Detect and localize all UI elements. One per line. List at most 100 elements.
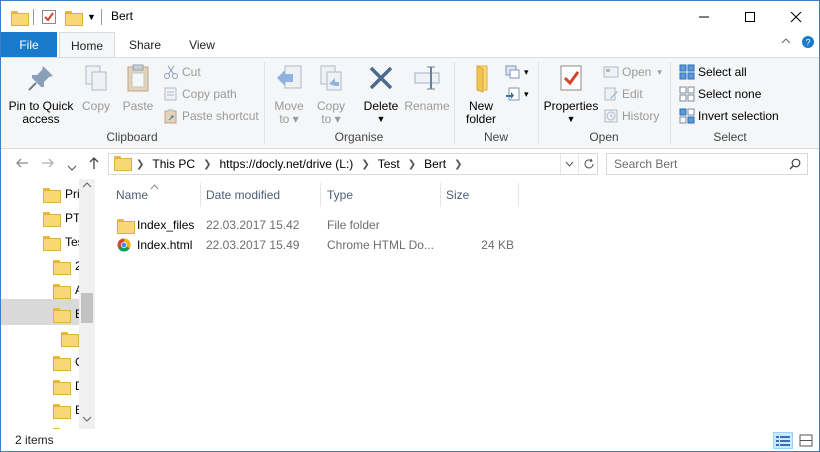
refresh-icon[interactable] [578, 154, 598, 174]
tree-item[interactable]: Tes [43, 231, 84, 253]
invert-selection-button[interactable]: Invert selection [679, 106, 779, 126]
column-divider[interactable] [320, 183, 321, 207]
column-header-date-modified[interactable]: Date modified [206, 183, 280, 207]
ribbon-tabs: File Home Share View ? [1, 32, 819, 58]
select-group-label: Select [713, 130, 747, 144]
properties-button[interactable]: Properties ▼ [543, 62, 599, 126]
folder-icon [61, 331, 79, 347]
open-label: Open [622, 65, 652, 79]
delete-dropdown-arrow: ▼ [376, 114, 386, 124]
folder-icon [53, 307, 71, 323]
copy-button[interactable]: Copy [77, 62, 115, 113]
search-input[interactable]: Search Bert [606, 153, 808, 175]
history-button[interactable]: History [603, 106, 659, 126]
up-arrow-icon[interactable] [87, 156, 101, 173]
address-bar[interactable]: ❯ This PC ❯ https://docly.net/drive (L:)… [108, 153, 598, 175]
copy-to-icon [315, 62, 347, 94]
navigation-scrollbar[interactable] [79, 179, 95, 429]
tree-item[interactable]: PT/ [43, 207, 84, 229]
tree-item[interactable]: Pri [43, 183, 80, 205]
open-button[interactable]: Open ▾ [603, 62, 662, 82]
breadcrumb-separator-icon[interactable]: ❯ [136, 159, 144, 170]
column-divider[interactable] [518, 183, 519, 207]
scrollbar-thumb[interactable] [81, 293, 93, 323]
properties-qa-icon[interactable] [41, 7, 57, 27]
breadcrumb-bert[interactable]: Bert [424, 157, 446, 171]
move-to-label-line2: to ▾ [279, 112, 299, 126]
svg-text:?: ? [805, 38, 810, 48]
rename-button[interactable]: Rename [403, 62, 451, 113]
edit-button[interactable]: Edit [603, 84, 643, 104]
forward-arrow-icon[interactable] [41, 156, 55, 173]
explorer-window: ▼ Bert File Home Share View ? Pin to Qui… [0, 0, 820, 452]
close-button[interactable] [773, 1, 819, 32]
new-item-dropdown-arrow: ▾ [524, 66, 529, 77]
breadcrumb-test[interactable]: Test [378, 157, 400, 171]
collapse-ribbon-icon[interactable] [781, 37, 791, 48]
new-folder-button[interactable]: New folder [459, 62, 503, 126]
properties-icon [555, 62, 587, 94]
maximize-button[interactable] [727, 1, 773, 32]
title-divider [101, 9, 102, 25]
delete-button[interactable]: Delete ▼ [359, 62, 403, 126]
details-view-icon[interactable] [773, 432, 793, 449]
scissors-icon [163, 64, 179, 80]
paste-button[interactable]: Paste [118, 62, 158, 113]
organise-group-label: Organise [334, 130, 384, 144]
search-icon[interactable] [789, 158, 801, 173]
pin-to-quick-access-button[interactable]: Pin to Quick access [5, 62, 77, 126]
paste-shortcut-label: Paste shortcut [182, 109, 259, 123]
file-row[interactable]: Index_files 22.03.2017 15.42 File folder [96, 215, 796, 235]
tab-file[interactable]: File [1, 32, 57, 57]
recent-locations-chevron-icon[interactable] [67, 159, 77, 175]
new-folder-qa-icon[interactable] [65, 7, 83, 27]
move-to-button[interactable]: Move to ▾ [269, 62, 309, 126]
item-count: 2 items [15, 433, 54, 447]
column-divider[interactable] [200, 183, 201, 207]
select-all-button[interactable]: Select all [679, 62, 747, 82]
tab-home[interactable]: Home [59, 32, 115, 58]
select-all-label: Select all [698, 65, 747, 79]
paste-shortcut-button[interactable]: Paste shortcut [163, 106, 259, 126]
scroll-down-arrow-icon[interactable] [82, 415, 92, 425]
back-arrow-icon[interactable] [15, 156, 29, 173]
help-icon[interactable]: ? [801, 35, 815, 52]
breadcrumb-this-pc[interactable]: This PC [152, 157, 195, 171]
breadcrumb-separator-icon[interactable]: ❯ [454, 159, 462, 170]
copy-to-label-line2: to ▾ [321, 112, 341, 126]
scroll-up-arrow-icon[interactable] [82, 181, 92, 191]
file-name: Index_files [137, 218, 195, 232]
breadcrumb-drive[interactable]: https://docly.net/drive (L:) [219, 157, 353, 171]
select-none-button[interactable]: Select none [679, 84, 761, 104]
address-history-chevron-icon[interactable] [560, 154, 578, 174]
new-group-label: New [483, 130, 508, 144]
breadcrumb-separator-icon[interactable]: ❯ [408, 159, 416, 170]
column-header-type[interactable]: Type [327, 183, 353, 207]
new-item-button[interactable]: ▾ [505, 62, 529, 82]
tab-view[interactable]: View [177, 32, 227, 57]
cut-button[interactable]: Cut [163, 62, 201, 82]
window-title: Bert [111, 9, 134, 23]
title-bar: ▼ Bert [1, 1, 819, 32]
delete-x-icon [365, 62, 397, 94]
search-placeholder: Search Bert [614, 157, 678, 171]
qa-customize-icon[interactable]: ▼ [87, 7, 96, 27]
file-date-modified: 22.03.2017 15.42 [206, 218, 300, 232]
breadcrumb-separator-icon[interactable]: ❯ [203, 159, 211, 170]
tab-share[interactable]: Share [119, 32, 171, 57]
open-dropdown-arrow: ▾ [657, 66, 662, 77]
large-icons-view-icon[interactable] [796, 432, 816, 449]
easy-access-dropdown-arrow: ▾ [524, 88, 529, 99]
breadcrumb-separator-icon[interactable]: ❯ [361, 159, 369, 170]
easy-access-button[interactable]: ▾ [505, 84, 529, 104]
column-header-name[interactable]: Name [116, 183, 148, 207]
file-list: Name Date modified Type Size Index_files… [96, 179, 818, 429]
copy-path-button[interactable]: Copy path [163, 84, 237, 104]
paste-shortcut-icon [163, 108, 179, 124]
file-row[interactable]: Index.html 22.03.2017 15.49 Chrome HTML … [96, 235, 796, 255]
column-divider[interactable] [440, 183, 441, 207]
column-header-size[interactable]: Size [446, 183, 469, 207]
copy-to-button[interactable]: Copy to ▾ [311, 62, 351, 126]
qa-divider [33, 9, 34, 25]
minimize-button[interactable] [681, 1, 727, 32]
